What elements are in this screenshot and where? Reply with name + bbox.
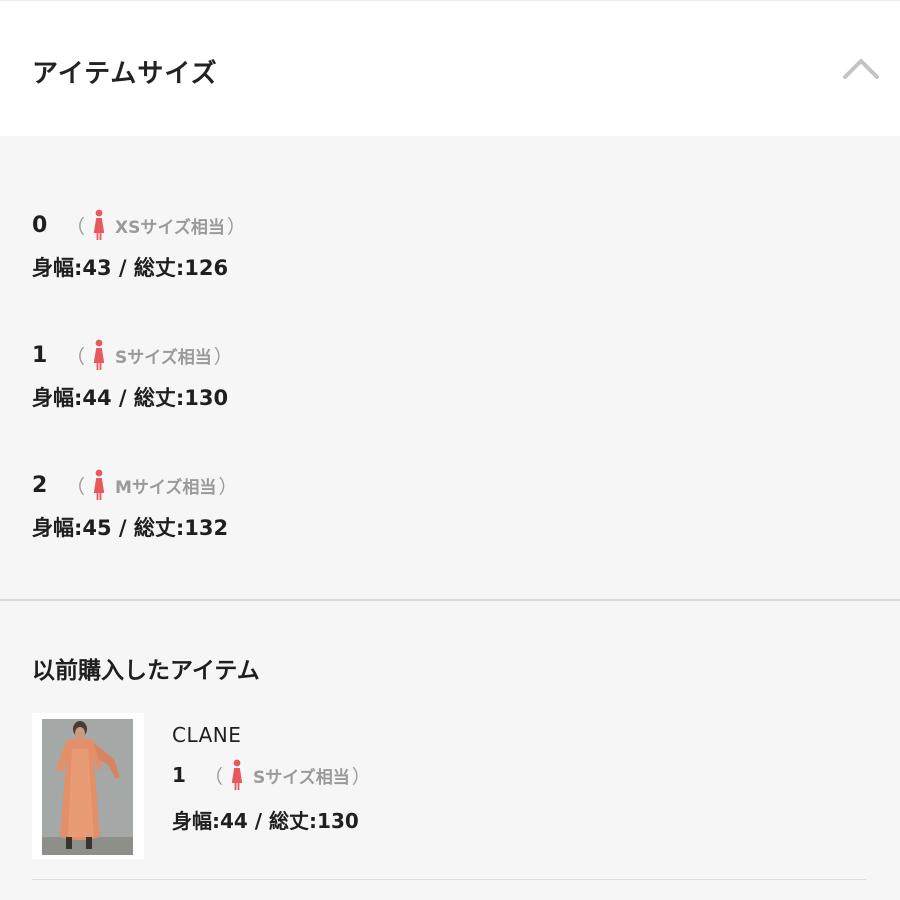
paren-close: ） [218,475,238,498]
paren-open: （ [66,215,86,238]
size-number: 1 [172,763,186,787]
size-equivalent: Sサイズ相当 [253,767,350,788]
woman-figure-icon [93,339,105,370]
paren-close: ） [351,765,371,788]
size-measurements: 身幅:44 / 総丈:130 [32,386,229,410]
paren-open: （ [204,765,224,788]
size-number: 2 [32,472,48,498]
previous-item[interactable]: CLANE 1 （ Sサイズ相当 ） 身幅:44 / 総丈:130 [32,713,868,865]
item-size-header[interactable]: アイテムサイズ [0,0,900,136]
item-thumbnail-frame[interactable] [32,713,144,859]
section-title: アイテムサイズ [32,59,218,89]
size-list: 0 （ XSサイズ相当 ） 身幅:43 / 総丈:126 1 （ Sサイズ相当 [0,136,900,599]
item-divider [32,879,866,880]
paren-close: ） [226,215,246,238]
paren-close: ） [213,345,233,368]
item-measurements: 身幅:44 / 総丈:130 [172,809,359,833]
size-equivalent: XSサイズ相当 [115,217,225,238]
size-equivalent: Mサイズ相当 [115,477,217,498]
chevron-up-icon [843,59,879,79]
item-brand: CLANE [172,723,242,747]
previous-purchases-title: 以前購入したアイテム [32,658,260,684]
size-equivalent: Sサイズ相当 [115,347,212,368]
size-measurements: 身幅:43 / 総丈:126 [32,256,229,280]
paren-open: （ [66,345,86,368]
size-entry: 1 （ Sサイズ相当 ） 身幅:44 / 総丈:130 [32,338,872,428]
size-number: 0 [32,212,48,238]
woman-figure-icon [93,469,105,500]
previous-purchases: 以前購入したアイテム CLANE 1 （ Sサイズ相当 ） 身幅:44 / 総丈… [0,601,900,900]
size-entry: 2 （ Mサイズ相当 ） 身幅:45 / 総丈:132 [32,468,872,558]
collapse-button[interactable] [836,47,886,91]
item-thumbnail[interactable] [42,719,133,855]
paren-open: （ [66,475,86,498]
woman-figure-icon [231,759,243,790]
size-number: 1 [32,342,48,368]
size-measurements: 身幅:45 / 総丈:132 [32,516,229,540]
woman-figure-icon [93,209,105,240]
size-entry: 0 （ XSサイズ相当 ） 身幅:43 / 総丈:126 [32,208,872,298]
